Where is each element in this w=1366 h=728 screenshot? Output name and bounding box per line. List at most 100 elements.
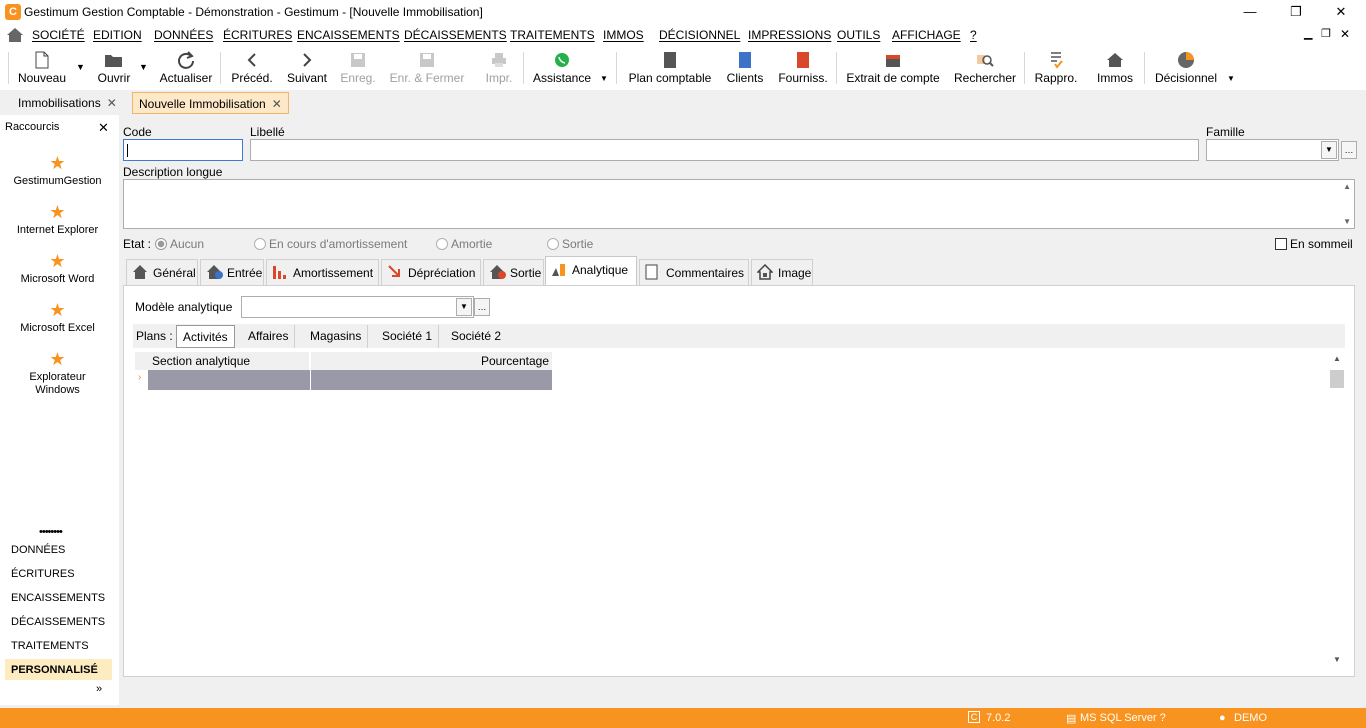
- modele-browse-button[interactable]: …: [474, 298, 490, 316]
- mdi-minimize-icon[interactable]: ▁: [1304, 27, 1312, 40]
- shortcut-internet-explorer[interactable]: ★ Internet Explorer: [0, 202, 115, 237]
- menu-encaissements[interactable]: ENCAISSEMENTS: [297, 28, 400, 42]
- mdi-restore-icon[interactable]: ❐: [1321, 27, 1331, 40]
- home-icon[interactable]: [6, 27, 24, 43]
- tab-analytique[interactable]: Analytique: [545, 256, 637, 286]
- menu-edition[interactable]: EDITION: [93, 28, 142, 42]
- nouveau-dropdown-icon[interactable]: ▼: [76, 62, 85, 72]
- menu-affichage[interactable]: AFFICHAGE: [892, 28, 961, 42]
- etat-radio-aucun[interactable]: Aucun: [155, 237, 204, 251]
- nouveau-button[interactable]: Nouveau: [14, 50, 70, 88]
- grid-cell-pourcentage[interactable]: [311, 370, 552, 390]
- shortcut-gestimumgestion[interactable]: ★ GestimumGestion: [0, 153, 115, 188]
- plan-comptable-button[interactable]: Plan comptable: [624, 50, 716, 88]
- menu-immos[interactable]: IMMOS: [603, 28, 644, 42]
- column-header-pourcentage[interactable]: Pourcentage: [311, 352, 552, 370]
- shortcut-microsoft-excel[interactable]: ★ Microsoft Excel: [0, 300, 115, 335]
- mdi-close-icon[interactable]: ✕: [1340, 27, 1350, 41]
- grid-scrollbar[interactable]: ▲ ▼: [1330, 354, 1344, 666]
- sidebar-item-personnalise[interactable]: PERSONNALISÉ: [5, 659, 112, 681]
- chevron-down-icon[interactable]: ▼: [1321, 141, 1337, 159]
- sidebar-item-donnees[interactable]: DONNÉES: [5, 539, 112, 561]
- scroll-down-icon[interactable]: ▼: [1343, 217, 1351, 226]
- server-text[interactable]: MS SQL Server ?: [1080, 712, 1166, 724]
- immos-button[interactable]: Immos: [1092, 50, 1138, 88]
- minimize-button[interactable]: —: [1235, 2, 1265, 22]
- tab-image[interactable]: Image: [751, 259, 813, 285]
- famille-browse-button[interactable]: …: [1341, 141, 1357, 159]
- etat-radio-sortie[interactable]: Sortie: [547, 237, 593, 251]
- row-indicator-icon: ›: [138, 372, 142, 383]
- chevron-down-icon[interactable]: »: [96, 683, 102, 695]
- modele-analytique-select[interactable]: ▼: [241, 296, 474, 318]
- enregistrer-fermer-button[interactable]: Enr. & Fermer: [388, 50, 466, 88]
- plan-tab-activites[interactable]: Activités: [176, 325, 235, 348]
- menu-ecritures[interactable]: ÉCRITURES: [223, 28, 292, 42]
- menu-help[interactable]: ?: [970, 28, 977, 42]
- precedent-button[interactable]: Précéd.: [228, 50, 276, 88]
- extrait-compte-button[interactable]: Extrait de compte: [842, 50, 944, 88]
- sidebar-item-ecritures[interactable]: ÉCRITURES: [5, 563, 112, 585]
- close-window-button[interactable]: ✕: [1326, 2, 1356, 22]
- splitter-handle[interactable]: ••••••••: [39, 526, 63, 538]
- assistance-button[interactable]: Assistance: [530, 50, 594, 88]
- plans-bar: Plans : Activités Affaires Magasins Soci…: [133, 324, 1345, 348]
- decisionnel-button[interactable]: Décisionnel: [1150, 50, 1222, 88]
- imprimer-button[interactable]: Impr.: [482, 50, 516, 88]
- en-sommeil-checkbox[interactable]: En sommeil: [1275, 237, 1353, 251]
- menu-impressions[interactable]: IMPRESSIONS: [748, 28, 831, 42]
- menu-donnees[interactable]: DONNÉES: [154, 28, 213, 42]
- rechercher-button[interactable]: Rechercher: [952, 50, 1018, 88]
- fournisseurs-button[interactable]: Fourniss.: [776, 50, 830, 88]
- description-textarea[interactable]: ▲ ▼: [123, 179, 1355, 229]
- plan-tab-magasins[interactable]: Magasins: [304, 325, 369, 348]
- plan-tab-affaires[interactable]: Affaires: [242, 325, 296, 348]
- plan-tab-societe-2[interactable]: Société 2: [445, 325, 507, 348]
- scroll-down-icon[interactable]: ▼: [1333, 655, 1341, 664]
- tab-nouvelle-immobilisation[interactable]: Nouvelle Immobilisation ✕: [132, 92, 289, 114]
- close-icon[interactable]: ✕: [98, 120, 109, 136]
- ouvrir-button[interactable]: Ouvrir: [90, 50, 138, 88]
- enregistrer-button[interactable]: Enreg.: [338, 50, 378, 88]
- ouvrir-dropdown-icon[interactable]: ▼: [139, 62, 148, 72]
- chevron-down-icon[interactable]: ▼: [456, 298, 472, 316]
- menu-decisionnel[interactable]: DÉCISIONNEL: [659, 28, 740, 42]
- shortcut-microsoft-word[interactable]: ★ Microsoft Word: [0, 251, 115, 286]
- scroll-thumb[interactable]: [1330, 370, 1344, 388]
- menu-traitements[interactable]: TRAITEMENTS: [510, 28, 595, 42]
- tab-sortie[interactable]: Sortie: [483, 259, 544, 285]
- grid-cell-section[interactable]: [148, 370, 310, 390]
- tab-amortissement[interactable]: Amortissement: [266, 259, 379, 285]
- toolbar: Nouveau ▼ Ouvrir ▼ Actualiser Précéd. Su…: [0, 46, 1366, 90]
- restore-button[interactable]: ❐: [1281, 2, 1311, 22]
- tab-depreciation[interactable]: Dépréciation: [381, 259, 481, 285]
- shortcut-explorateur-windows[interactable]: ★ Explorateur Windows: [0, 349, 115, 397]
- menu-societe[interactable]: SOCIÉTÉ: [32, 28, 85, 42]
- etat-radio-amortie[interactable]: Amortie: [436, 237, 492, 251]
- tab-entree[interactable]: Entrée: [200, 259, 264, 285]
- tab-general[interactable]: Général: [126, 259, 198, 285]
- actualiser-button[interactable]: Actualiser: [156, 50, 216, 88]
- plan-tab-societe-1[interactable]: Société 1: [376, 325, 440, 348]
- scroll-up-icon[interactable]: ▲: [1333, 354, 1341, 363]
- close-tab-icon[interactable]: ✕: [272, 97, 282, 111]
- toolbar-overflow-icon[interactable]: ▼: [1227, 74, 1235, 83]
- code-input[interactable]: [123, 139, 243, 161]
- close-tab-icon[interactable]: ✕: [107, 96, 117, 110]
- famille-select[interactable]: ▼: [1206, 139, 1339, 161]
- tab-immobilisations[interactable]: Immobilisations ✕: [12, 92, 123, 114]
- tab-commentaires[interactable]: Commentaires: [639, 259, 749, 285]
- libelle-input[interactable]: [250, 139, 1199, 161]
- clients-button[interactable]: Clients: [722, 50, 768, 88]
- sidebar-item-encaissements[interactable]: ENCAISSEMENTS: [5, 587, 112, 609]
- menu-decaissements[interactable]: DÉCAISSEMENTS: [404, 28, 507, 42]
- etat-radio-en-cours[interactable]: En cours d'amortissement: [254, 237, 407, 251]
- menu-outils[interactable]: OUTILS: [837, 28, 880, 42]
- toolbar-overflow-icon[interactable]: ▼: [600, 74, 608, 83]
- scroll-up-icon[interactable]: ▲: [1343, 182, 1351, 191]
- sidebar-item-traitements[interactable]: TRAITEMENTS: [5, 635, 112, 657]
- column-header-section[interactable]: Section analytique: [135, 352, 310, 370]
- sidebar-item-decaissements[interactable]: DÉCAISSEMENTS: [5, 611, 112, 633]
- suivant-button[interactable]: Suivant: [284, 50, 330, 88]
- rapprochement-button[interactable]: Rappro.: [1030, 50, 1082, 88]
